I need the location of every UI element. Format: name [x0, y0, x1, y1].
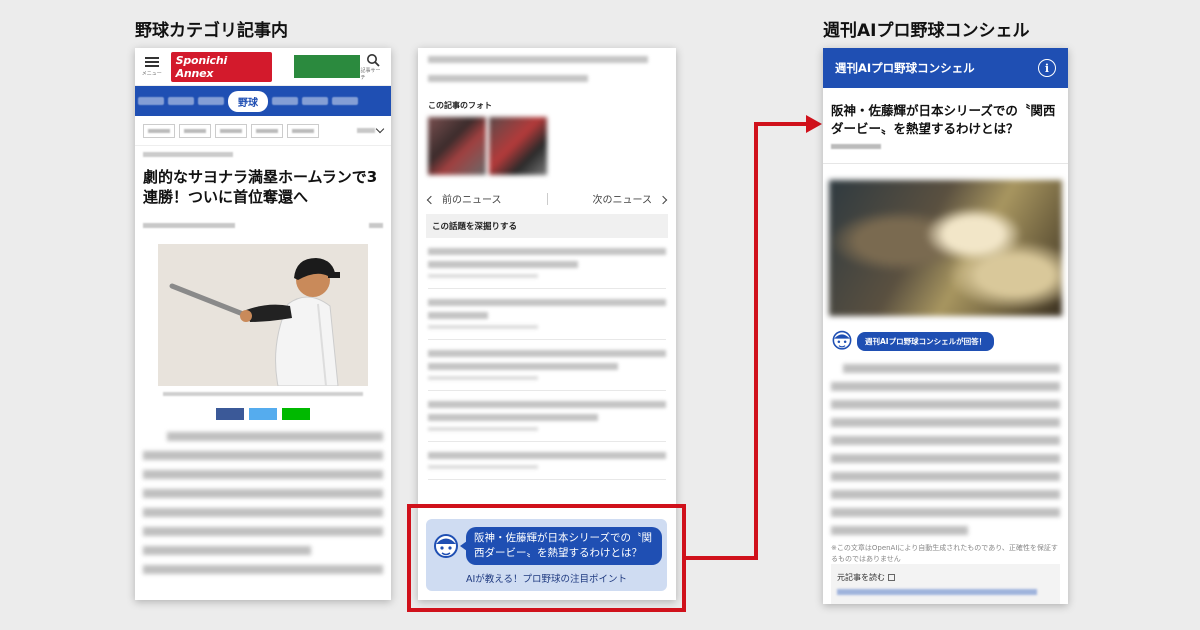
concierge-header: 週刊AIプロ野球コンシェル i [823, 48, 1068, 88]
ai-answer-body [831, 364, 1060, 535]
source-link[interactable] [837, 589, 1037, 595]
disclaimer-note: ※この文章はOpenAIにより自動生成されたものであり、正確性を保証するものでは… [831, 544, 1058, 563]
info-icon[interactable]: i [1038, 59, 1056, 77]
ai-answer-badge-row: 週刊AIプロ野球コンシェルが回答！ [831, 330, 1060, 352]
source-link-box[interactable]: 元記事を読む [831, 564, 1060, 604]
source-link-label: 元記事を読む [837, 573, 885, 582]
external-link-icon [888, 574, 895, 581]
concierge-title: 週刊AIプロ野球コンシェル [835, 61, 975, 75]
concierge-article-date [831, 144, 881, 149]
concierge-article-title: 阪神・佐藤輝が日本シリーズでの〝関西ダービー〟を熱望するわけとは？ [831, 103, 1056, 136]
player-photo [829, 180, 1062, 316]
ai-answer-badge: 週刊AIプロ野球コンシェルが回答！ [857, 331, 995, 351]
mascot-icon [832, 330, 852, 350]
phone-ai-concierge-screen: 週刊AIプロ野球コンシェル i 阪神・佐藤輝が日本シリーズでの〝関西ダービー〟を… [823, 48, 1068, 604]
